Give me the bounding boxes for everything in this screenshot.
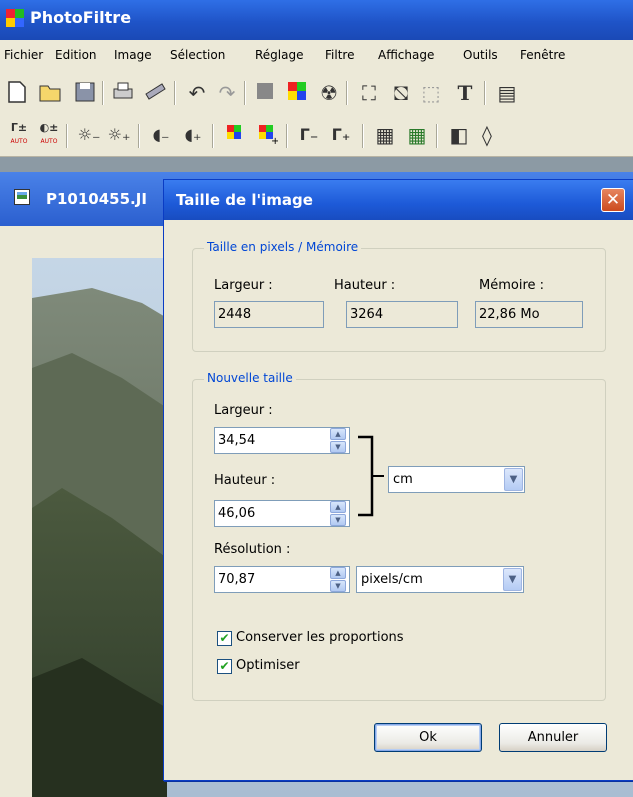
color-palette-icon[interactable] <box>284 80 310 106</box>
memory-field: 22,86 Mo <box>475 301 583 328</box>
chevron-down-icon[interactable]: ▼ <box>503 568 522 591</box>
spin-up-icon[interactable]: ▲ <box>330 501 346 513</box>
auto-contrast-icon[interactable]: ◐± AUTO <box>36 122 62 148</box>
keep-proportions-checkbox[interactable]: ✔ <box>217 631 232 646</box>
selection-icon[interactable]: ⬚ <box>418 80 444 106</box>
menu-bar: Fichier Edition Image Sélection Réglage … <box>0 40 633 70</box>
main-toolbar: ↶ ↷ ☢ ⛶ ⛞ ⬚ T ▤ <box>0 70 633 116</box>
width-spinner[interactable]: ▲ ▼ <box>330 428 346 453</box>
menu-fenetre[interactable]: Fenêtre <box>520 48 565 62</box>
chevron-down-icon[interactable]: ▼ <box>504 468 523 491</box>
menu-image[interactable]: Image <box>114 48 152 62</box>
drop-icon[interactable]: ◊ <box>474 122 500 148</box>
new-height-label: Hauteur : <box>214 473 276 488</box>
photofiltre-logo-icon <box>6 9 24 27</box>
resolution-unit-select[interactable]: pixels/cm ▼ <box>356 566 524 593</box>
optimize-checkbox[interactable]: ✔ <box>217 659 232 674</box>
toolbar-separator <box>212 124 214 148</box>
unit-select-value: cm <box>393 472 413 487</box>
resolution-spinner[interactable]: ▲ ▼ <box>330 567 346 592</box>
brightness-plus-icon[interactable]: ☼₊ <box>106 122 132 148</box>
unit-select[interactable]: cm ▼ <box>388 466 525 493</box>
new-size-legend: Nouvelle taille <box>204 371 296 385</box>
app-title: PhotoFiltre <box>30 8 132 27</box>
pixel-size-legend: Taille en pixels / Mémoire <box>204 240 362 254</box>
crop-icon[interactable]: ⛞ <box>388 80 414 106</box>
undo-icon[interactable]: ↶ <box>184 80 210 106</box>
pixel-height-field: 3264 <box>346 301 458 328</box>
cancel-button[interactable]: Annuler <box>499 723 607 752</box>
menu-edition[interactable]: Edition <box>55 48 97 62</box>
new-file-icon[interactable] <box>4 80 30 106</box>
toolbar-separator <box>66 124 68 148</box>
gamma-minus-icon[interactable]: Γ₋ <box>296 122 322 148</box>
pixel-size-group <box>192 248 606 352</box>
spin-up-icon[interactable]: ▲ <box>330 428 346 440</box>
redo-icon[interactable]: ↷ <box>214 80 240 106</box>
spin-down-icon[interactable]: ▼ <box>330 580 346 592</box>
keep-proportions-label[interactable]: Conserver les proportions <box>236 630 404 645</box>
image-icon[interactable]: ▤ <box>494 80 520 106</box>
resolution-label: Résolution : <box>214 542 291 557</box>
pixel-height-label: Hauteur : <box>334 278 396 293</box>
saturation-plus-icon[interactable]: + <box>254 122 280 148</box>
document-title: P1010455.JI <box>46 190 147 208</box>
grid-color-icon[interactable]: ▦ <box>404 122 430 148</box>
menu-outils[interactable]: Outils <box>463 48 498 62</box>
spin-down-icon[interactable]: ▼ <box>330 514 346 526</box>
link-bracket-icon <box>358 435 384 517</box>
gamma-plus-icon[interactable]: Γ₊ <box>328 122 354 148</box>
radiation-icon[interactable]: ☢ <box>316 80 342 106</box>
optimize-label[interactable]: Optimiser <box>236 658 300 673</box>
menu-affichage[interactable]: Affichage <box>378 48 434 62</box>
auto-levels-icon[interactable]: Γ± AUTO <box>6 122 32 148</box>
open-folder-icon[interactable] <box>38 80 64 106</box>
dialog-title: Taille de l'image <box>176 191 313 209</box>
transform-icon[interactable]: ⛶ <box>356 80 382 106</box>
spin-down-icon[interactable]: ▼ <box>330 441 346 453</box>
gray-square-icon[interactable] <box>252 80 278 106</box>
close-icon[interactable]: ✕ <box>601 188 625 212</box>
svg-text:+: + <box>271 136 278 144</box>
menu-fichier[interactable]: Fichier <box>4 48 43 62</box>
memory-label: Mémoire : <box>479 278 545 293</box>
toolbar-separator <box>286 124 288 148</box>
height-spinner[interactable]: ▲ ▼ <box>330 501 346 526</box>
contrast-minus-icon[interactable]: ◖₋ <box>148 122 174 148</box>
scanner-icon[interactable] <box>142 80 168 106</box>
toolbar-separator <box>362 124 364 148</box>
spin-up-icon[interactable]: ▲ <box>330 567 346 579</box>
menu-selection[interactable]: Sélection <box>170 48 225 62</box>
brightness-minus-icon[interactable]: ☼₋ <box>76 122 102 148</box>
adjust-toolbar: Γ± AUTO ◐± AUTO ☼₋ ☼₊ ◖₋ ◖₊ + Γ₋ Γ₊ ▦ ▦ ◧ … <box>0 116 633 157</box>
contrast-plus-icon[interactable]: ◖₊ <box>180 122 206 148</box>
toolbar-separator <box>244 81 246 105</box>
save-icon[interactable] <box>72 80 98 106</box>
pixel-width-label: Largeur : <box>214 278 273 293</box>
image-document-icon <box>14 189 30 205</box>
ok-button[interactable]: Ok <box>374 723 482 752</box>
toolbar-separator <box>484 81 486 105</box>
toolbar-separator <box>102 81 104 105</box>
menu-filtre[interactable]: Filtre <box>325 48 354 62</box>
image-size-dialog: Taille de l'image ✕ Taille en pixels / M… <box>163 179 633 781</box>
resolution-unit-value: pixels/cm <box>361 572 423 587</box>
new-width-label: Largeur : <box>214 403 273 418</box>
text-icon[interactable]: T <box>452 80 478 106</box>
toolbar-separator <box>346 81 348 105</box>
toolbar-separator <box>174 81 176 105</box>
toolbar-separator <box>436 124 438 148</box>
menu-reglage[interactable]: Réglage <box>255 48 304 62</box>
print-icon[interactable] <box>110 80 136 106</box>
mirror-icon[interactable]: ◧ <box>446 122 472 148</box>
pixel-width-field: 2448 <box>214 301 324 328</box>
saturation-minus-icon[interactable] <box>222 122 248 148</box>
toolbar-separator <box>138 124 140 148</box>
grid-icon[interactable]: ▦ <box>372 122 398 148</box>
